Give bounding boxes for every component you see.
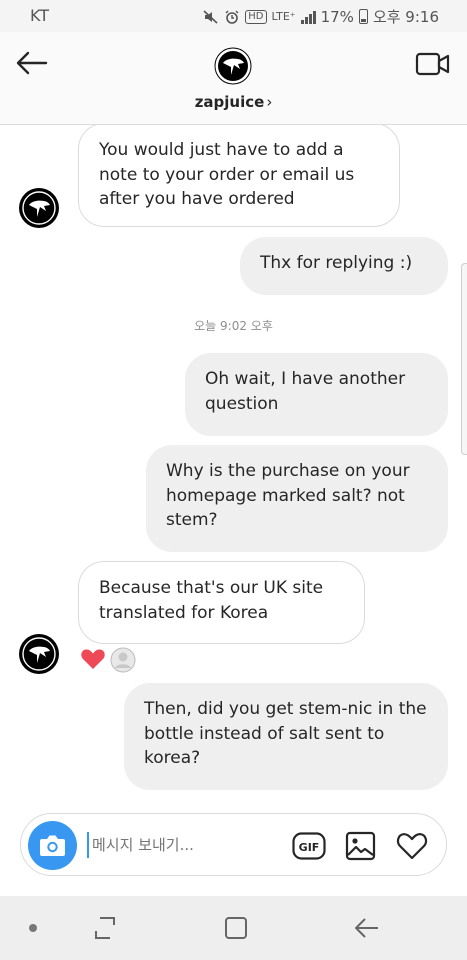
message-timestamp: 오늘 9:02 오후 xyxy=(194,319,273,333)
username: zapjuice xyxy=(194,93,265,111)
battery-icon xyxy=(358,9,368,24)
sender-avatar[interactable] xyxy=(18,633,60,675)
hd-badge: HD xyxy=(245,9,267,24)
status-bar: KT HD LTE⁺ 17% 오후 9:16 xyxy=(0,0,467,32)
camera-icon xyxy=(40,835,65,856)
nav-back-icon[interactable] xyxy=(352,915,380,941)
message-sent[interactable]: Then, did you get stem-nic in the bottle… xyxy=(124,683,448,790)
message-input[interactable] xyxy=(87,832,287,858)
chat-header: zapjuice › xyxy=(0,32,467,125)
chevron-right-icon: › xyxy=(266,93,273,111)
message-thread[interactable]: You would just have to add a note to you… xyxy=(0,125,467,810)
clock: 오후 9:16 xyxy=(372,8,439,26)
status-icons: HD LTE⁺ 17% 오후 9:16 xyxy=(203,6,439,27)
message-composer: GIF xyxy=(20,813,447,876)
recent-apps-icon[interactable] xyxy=(92,915,118,941)
back-arrow-icon[interactable] xyxy=(14,48,50,78)
video-call-icon[interactable] xyxy=(415,50,451,78)
gif-label: GIF xyxy=(299,841,320,854)
message-received[interactable]: You would just have to add a note to you… xyxy=(78,125,400,227)
reactor-avatar[interactable] xyxy=(110,647,136,673)
message-received[interactable]: Because that's our UK site translated fo… xyxy=(78,561,365,644)
home-button-icon[interactable] xyxy=(224,916,248,940)
message-reactions[interactable] xyxy=(80,647,136,673)
signal-icon xyxy=(300,10,316,24)
gallery-icon[interactable] xyxy=(345,831,377,861)
carrier-label: KT xyxy=(30,6,50,25)
sender-avatar[interactable] xyxy=(18,187,60,229)
heart-icon[interactable] xyxy=(396,831,428,861)
nav-dot-icon[interactable] xyxy=(29,924,37,932)
battery-percent: 17% xyxy=(320,7,354,26)
scrollbar[interactable] xyxy=(461,263,467,455)
network-label: LTE⁺ xyxy=(271,9,296,23)
like-reaction-icon xyxy=(81,649,105,669)
gif-icon[interactable]: GIF xyxy=(292,832,326,860)
username-link[interactable]: zapjuice › xyxy=(0,93,467,111)
mute-icon xyxy=(203,9,218,24)
message-sent[interactable]: Oh wait, I have another question xyxy=(185,353,448,436)
profile-avatar[interactable] xyxy=(214,47,252,85)
alarm-icon xyxy=(225,10,239,24)
system-nav-bar xyxy=(0,896,467,960)
message-sent[interactable]: Why is the purchase on your homepage mar… xyxy=(146,445,448,552)
camera-button[interactable] xyxy=(28,821,77,870)
message-sent[interactable]: Thx for replying :) xyxy=(240,237,448,295)
